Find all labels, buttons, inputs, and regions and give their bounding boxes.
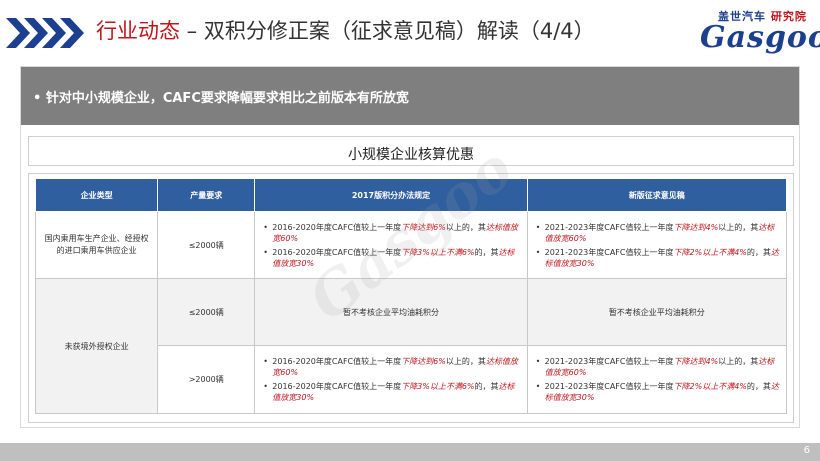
banner-text: • 针对中小规模企业，CAFC要求降幅要求相比之前版本有所放宽 — [33, 91, 409, 106]
discount-table: 企业类型 产量要求 2017版积分办法规定 新版征求意见稿 国内乘用车生产企业、… — [34, 178, 788, 414]
cell-volume: ≤2000辆 — [157, 278, 256, 346]
new-rules-list: 2021-2023年度CAFC值较上一年度下降达到4%以上的，其达标值放宽60%… — [528, 356, 786, 403]
cell-new-rules: 暂不考核企业平均油耗积分 — [526, 278, 788, 346]
title-main: 双积分修正案（征求意见稿）解读（4/4） — [203, 19, 595, 43]
cell-enterprise-type: 未获境外授权企业 — [34, 278, 159, 414]
new-rules-list: 2021-2023年度CAFC值较上一年度下降达到4%以上的，其达标值放宽60%… — [528, 222, 786, 269]
table-row: 未获境外授权企业 ≤2000辆 暂不考核企业平均油耗积分 暂不考核企业平均油耗积… — [34, 278, 788, 414]
cell-new-rules: 2021-2023年度CAFC值较上一年度下降达到4%以上的，其达标值放宽60%… — [526, 345, 788, 414]
list-item: 2016-2020年度CAFC值较上一年度下降3%以上不满6%的，其达标值放宽3… — [263, 247, 520, 269]
header-2017-rules: 2017版积分办法规定 — [254, 178, 528, 212]
cell-enterprise-type: 国内乘用车生产企业、经授权的进口乘用车供应企业 — [34, 211, 159, 279]
summary-banner: • 针对中小规模企业，CAFC要求降幅要求相比之前版本有所放宽 — [21, 67, 799, 125]
old-rules-list: 2016-2020年度CAFC值较上一年度下降达到6%以上的，其达标值放宽60%… — [255, 356, 526, 403]
header-enterprise-type: 企业类型 — [34, 178, 159, 212]
cell-old-rules: 暂不考核企业平均油耗积分 — [254, 278, 528, 346]
header-new-draft: 新版征求意见稿 — [526, 178, 788, 212]
logo-wordmark: Gasgoo — [700, 20, 820, 55]
slide-footer: 6 — [0, 443, 820, 461]
list-item: 2016-2020年度CAFC值较上一年度下降达到6%以上的，其达标值放宽60% — [263, 222, 520, 244]
section-subtitle: 小规模企业核算优惠 — [348, 147, 474, 163]
gasgoo-logo: 盖世汽车 研究院 Gasgoo — [700, 8, 820, 55]
subtitle-box: 小规模企业核算优惠 — [28, 136, 794, 166]
list-item: 2021-2023年度CAFC值较上一年度下降达到4%以上的，其达标值放宽60% — [536, 222, 780, 244]
list-item: 2021-2023年度CAFC值较上一年度下降2%以上不满4%的，其达标值放宽3… — [536, 247, 780, 269]
list-item: 2016-2020年度CAFC值较上一年度下降3%以上不满6%的，其达标值放宽3… — [263, 381, 520, 403]
table-container: 企业类型 产量要求 2017版积分办法规定 新版征求意见稿 国内乘用车生产企业、… — [28, 173, 794, 423]
header-volume: 产量要求 — [157, 178, 256, 212]
table-header-row: 企业类型 产量要求 2017版积分办法规定 新版征求意见稿 — [34, 178, 788, 212]
slide-header: 行业动态 – 双积分修正案（征求意见稿）解读（4/4） 盖世汽车 研究院 Gas… — [0, 0, 820, 62]
cell-old-rules: 2016-2020年度CAFC值较上一年度下降达到6%以上的，其达标值放宽60%… — [254, 211, 528, 279]
cell-old-rules: 2016-2020年度CAFC值较上一年度下降达到6%以上的，其达标值放宽60%… — [254, 345, 528, 414]
page-title: 行业动态 – 双积分修正案（征求意见稿）解读（4/4） — [96, 15, 595, 47]
table-row: 国内乘用车生产企业、经授权的进口乘用车供应企业 ≤2000辆 2016-2020… — [34, 211, 788, 279]
content-panel: • 针对中小规模企业，CAFC要求降幅要求相比之前版本有所放宽 小规模企业核算优… — [20, 66, 800, 428]
old-rules-list: 2016-2020年度CAFC值较上一年度下降达到6%以上的，其达标值放宽60%… — [255, 222, 526, 269]
list-item: 2016-2020年度CAFC值较上一年度下降达到6%以上的，其达标值放宽60% — [263, 356, 520, 378]
list-item: 2021-2023年度CAFC值较上一年度下降达到4%以上的，其达标值放宽60% — [536, 356, 780, 378]
chevron-arrows-icon — [6, 18, 84, 48]
cell-new-rules: 2021-2023年度CAFC值较上一年度下降达到4%以上的，其达标值放宽60%… — [526, 211, 788, 279]
list-item: 2021-2023年度CAFC值较上一年度下降2%以上不满4%的，其达标值放宽3… — [536, 381, 780, 403]
cell-volume: >2000辆 — [157, 345, 256, 414]
title-separator: – — [180, 19, 204, 43]
page-number: 6 — [803, 445, 810, 456]
title-accent: 行业动态 — [96, 19, 180, 43]
cell-volume: ≤2000辆 — [157, 211, 256, 279]
